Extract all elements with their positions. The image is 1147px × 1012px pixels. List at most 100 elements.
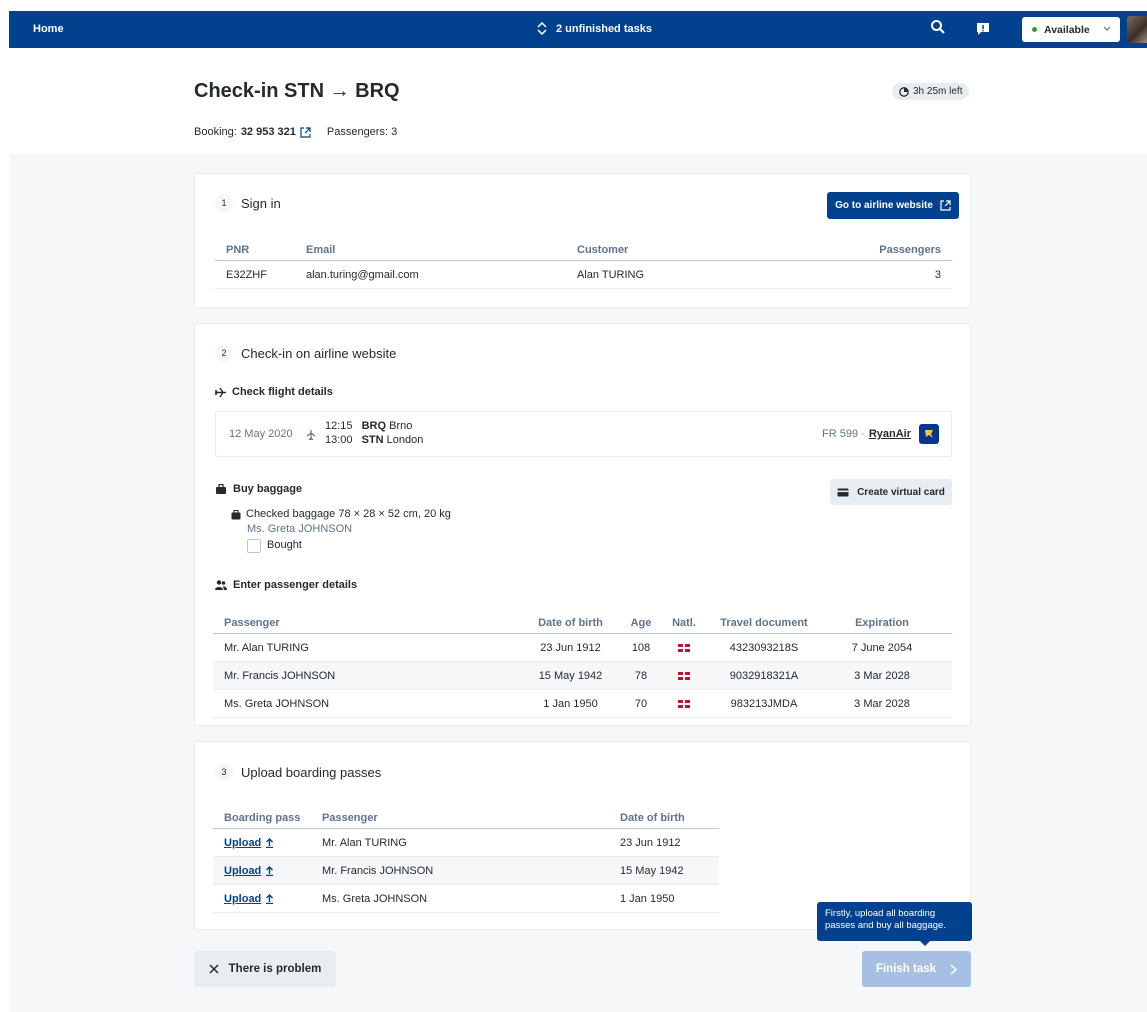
search-icon[interactable] (930, 19, 946, 38)
date-of-birth: 15 May 1942 (620, 864, 684, 877)
bought-label: Bought (267, 539, 302, 551)
chevron-right-icon (950, 963, 958, 975)
go-to-airline-website-button[interactable]: Go to airline website (827, 192, 959, 219)
upload-label: Upload (224, 864, 262, 877)
bought-checkbox-row[interactable]: Bought (231, 538, 451, 553)
upload-link[interactable]: Upload (224, 865, 311, 877)
step-number: 3 (215, 763, 233, 781)
date-of-birth: 1 Jan 1950 (620, 892, 675, 905)
avatar[interactable] (1127, 16, 1147, 43)
upload-icon (266, 837, 274, 848)
chevron-down-icon (1103, 26, 1111, 31)
baggage-passenger: Ms. Greta JOHNSON (247, 523, 353, 535)
external-link-icon (940, 200, 951, 211)
upload-label: Upload (224, 892, 262, 905)
unfinished-tasks-label: 2 unfinished tasks (556, 22, 652, 35)
there-is-problem-button[interactable]: There is problem (194, 951, 336, 987)
upload-link[interactable]: Upload (224, 837, 311, 849)
feedback-icon[interactable] (975, 21, 991, 40)
upload-heading: 3 Upload boarding passes (215, 763, 381, 781)
booking-label: Booking: (194, 126, 237, 138)
upload-cell: Upload (213, 865, 311, 877)
column-header: Age (630, 616, 652, 629)
tooltip-text: Firstly, upload all boarding passes and … (825, 908, 946, 931)
home-link[interactable]: Home (33, 23, 64, 35)
nationality (664, 698, 704, 710)
buy-baggage-heading: Buy baggage (215, 483, 302, 495)
table-row: E32ZHF alan.turing@gmail.com Alan TURING… (215, 261, 952, 289)
departure-line: 12:15 BRQ Brno (325, 419, 423, 433)
passengers-count: Passengers: 3 (326, 126, 398, 138)
sign-in-table: PNR Email Customer Passengers E32ZHF ala… (215, 239, 952, 289)
suitcase-icon (231, 509, 241, 519)
available-status-dot (1032, 27, 1037, 32)
top-navigation-bar: Home 2 unfinished tasks Available (9, 11, 1147, 48)
flight-route: 12:15 BRQ Brno 13:00 STN London (325, 419, 423, 447)
credit-card-icon (837, 488, 849, 496)
column-header: Passengers (879, 243, 941, 256)
button-label: There is problem (228, 963, 322, 975)
email-value: alan.turing@gmail.com (306, 268, 419, 281)
table-row: Mr. Francis JOHNSON 15 May 1942 78 90329… (213, 662, 952, 690)
airline-link[interactable]: RyanAir (869, 428, 911, 440)
finish-task-button[interactable]: Finish task (862, 951, 971, 987)
clock-icon (899, 86, 909, 97)
upload-cell: Upload (213, 837, 311, 849)
column-header: Natl. (672, 616, 696, 629)
table-row: Ms. Greta JOHNSON 1 Jan 1950 70 983213JM… (213, 690, 952, 718)
column-header: PNR (226, 243, 250, 256)
upload-link[interactable]: Upload (224, 893, 311, 905)
availability-value: Available (1044, 23, 1090, 36)
column-header: Customer (577, 243, 629, 256)
flight-date: 12 May 2020 (229, 428, 293, 440)
subheading-label: Check flight details (232, 386, 333, 398)
passenger-name: Ms. Greta JOHNSON (322, 892, 428, 905)
check-in-heading: 2 Check-in on airline website (215, 344, 396, 362)
passengers-icon (215, 580, 227, 590)
passenger-name: Mr. Francis JOHNSON (224, 669, 336, 682)
booking-info: Booking: 32 953 321 Passengers: 3 (194, 126, 397, 138)
uk-flag-icon (678, 699, 690, 708)
expiration: 3 Mar 2028 (854, 669, 910, 682)
travel-document: 983213JMDA (730, 697, 798, 710)
arrival-time: 13:00 (325, 434, 353, 446)
passengers-value: 3 (934, 268, 941, 281)
column-header: Expiration (855, 616, 909, 629)
airline-info: FR 599 · RyanAir (822, 424, 939, 444)
tooltip-arrow (920, 941, 930, 946)
check-in-card: 2 Check-in on airline website Check flig… (194, 323, 971, 726)
age: 108 (631, 641, 651, 654)
travel-document: 4323093218S (729, 641, 799, 654)
column-header: Passenger (224, 616, 280, 629)
external-link-icon[interactable] (300, 126, 311, 138)
bought-checkbox[interactable] (247, 538, 261, 553)
departure-time: 12:15 (325, 420, 353, 432)
customer-value: Alan TURING (577, 268, 645, 281)
column-header: Boarding pass (224, 811, 301, 824)
unfinished-tasks-toggle[interactable]: 2 unfinished tasks (537, 22, 652, 35)
upload-icon (266, 893, 274, 904)
step-number: 2 (215, 344, 233, 362)
step-number: 1 (215, 194, 233, 212)
finish-task-tooltip: Firstly, upload all boarding passes and … (817, 902, 972, 946)
create-virtual-card-button[interactable]: Create virtual card (830, 479, 952, 505)
arrival-line: 13:00 STN London (325, 433, 423, 447)
availability-select[interactable]: Available (1022, 17, 1120, 42)
arrival-city: London (386, 434, 424, 446)
date-of-birth: 23 Jun 1912 (620, 836, 681, 849)
airplane-icon (306, 430, 316, 440)
booking-number[interactable]: 32 953 321 (241, 126, 296, 138)
column-header: Email (306, 243, 336, 256)
sign-in-card: 1 Sign in Go to airline website PNR Emai… (194, 173, 971, 308)
baggage-description: Checked baggage 78 × 28 × 52 cm, 20 kg (231, 507, 451, 522)
table-header: PNR Email Customer Passengers (215, 239, 952, 261)
passenger-name: Mr. Francis JOHNSON (322, 864, 434, 877)
ryanair-logo-icon (919, 424, 939, 444)
nationality (664, 670, 704, 682)
table-row: Mr. Alan TURING 23 Jun 1912 108 43230932… (213, 634, 952, 662)
baggage-item: Checked baggage 78 × 28 × 52 cm, 20 kg M… (231, 507, 451, 553)
button-label: Go to airline website (835, 200, 933, 211)
page-header (0, 48, 1147, 154)
uk-flag-icon (678, 643, 690, 652)
departure-code: BRQ (361, 420, 387, 432)
